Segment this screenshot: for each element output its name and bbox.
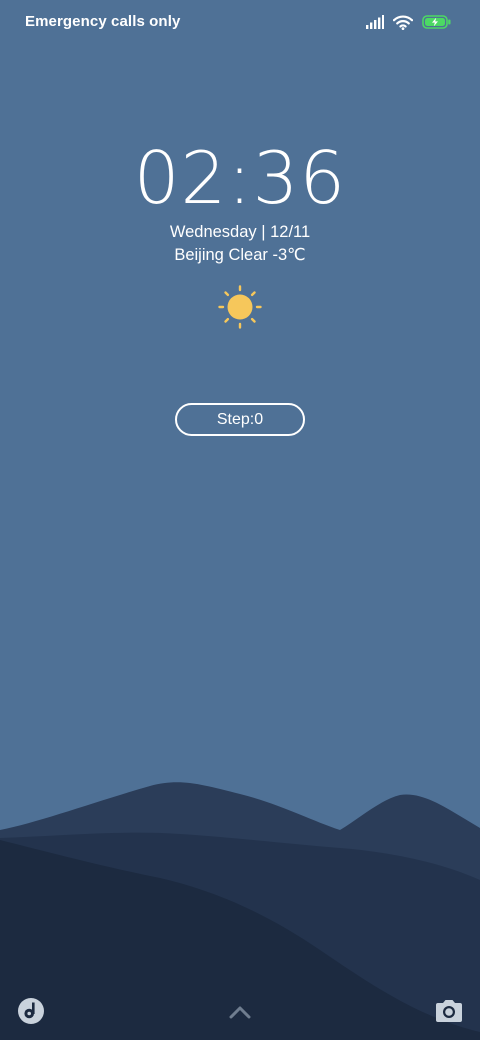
- chevron-up-icon[interactable]: [228, 1004, 252, 1020]
- carrier-text: Emergency calls only: [25, 13, 181, 30]
- camera-icon[interactable]: [434, 998, 464, 1024]
- mountain-wallpaper: [0, 782, 480, 1040]
- music-note-icon[interactable]: [16, 996, 46, 1026]
- lockscreen-date: Wednesday | 12/11: [169, 223, 311, 241]
- status-icons: [357, 13, 452, 31]
- status-bar: Emergency calls only: [0, 0, 480, 44]
- step-counter-button[interactable]: Step:0: [175, 403, 305, 436]
- signal-icon: [366, 15, 384, 29]
- sun-icon: [218, 285, 262, 329]
- lockscreen-clock: 02:36: [133, 136, 347, 220]
- wifi-icon: [393, 15, 413, 30]
- lockscreen-weather: Beijing Clear -3℃: [174, 246, 306, 264]
- battery-charging-icon: [422, 15, 451, 29]
